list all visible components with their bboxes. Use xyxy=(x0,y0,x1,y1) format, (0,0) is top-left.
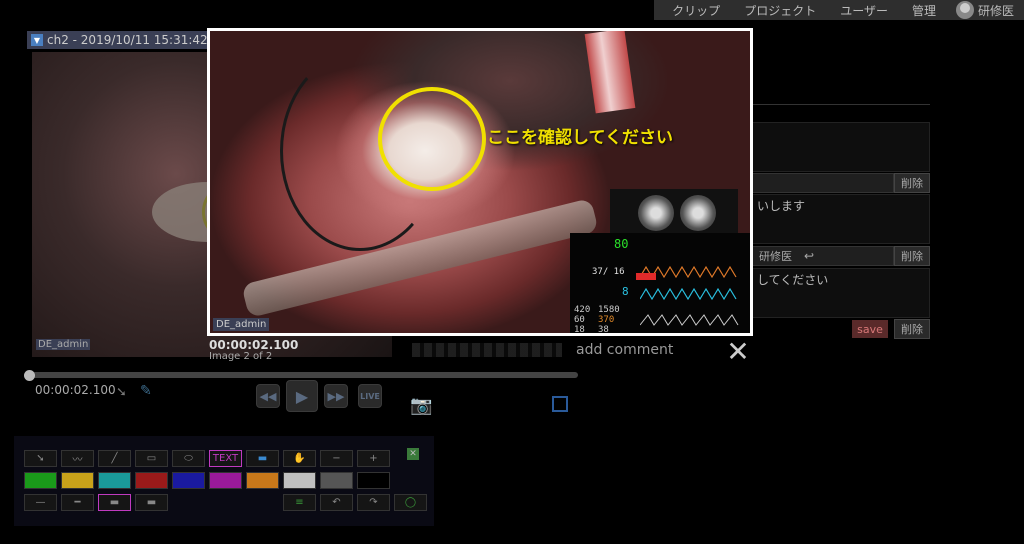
menu-lines-icon[interactable]: ≡ xyxy=(283,494,316,511)
freehand-tool-icon[interactable]: 〰 xyxy=(61,450,94,467)
delete-button[interactable]: 削除 xyxy=(894,246,930,266)
delete-button[interactable]: 削除 xyxy=(894,173,930,193)
nav-clip[interactable]: クリップ xyxy=(660,2,732,19)
comment-header xyxy=(752,173,894,193)
fullscreen-icon[interactable] xyxy=(552,396,568,412)
nav-admin[interactable]: 管理 xyxy=(900,2,948,19)
nav-project[interactable]: プロジェクト xyxy=(732,2,828,19)
line-tool-icon[interactable]: ╱ xyxy=(98,450,131,467)
monitor-pleth-wave xyxy=(640,287,737,301)
image-vessel xyxy=(584,31,636,114)
color-swatch[interactable] xyxy=(283,472,316,489)
color-swatch[interactable] xyxy=(209,472,242,489)
live-button[interactable]: LIVE xyxy=(358,384,382,408)
comment-text: いします xyxy=(752,194,930,244)
stroke-xthick-icon[interactable]: ▬ xyxy=(135,494,168,511)
current-time: 00:00:02.100 xyxy=(35,383,116,397)
pen-tool-icon[interactable]: ✎ xyxy=(140,383,152,399)
channel-selector[interactable]: ▼ ch2 - 2019/10/11 15:31:42 xyxy=(27,31,212,49)
image-counter: Image 2 of 2 xyxy=(209,351,273,362)
monitor-resp-wave xyxy=(640,314,739,326)
mri-eye-left xyxy=(638,195,674,231)
reply-icon[interactable]: ↩ xyxy=(804,249,814,263)
comment-header: 研修医 ↩ xyxy=(752,246,894,266)
forward-button[interactable]: ▶▶ xyxy=(324,384,348,408)
comment-box xyxy=(752,122,930,172)
arrow-tool-icon[interactable]: ➘ xyxy=(24,450,57,467)
plus-icon[interactable]: + xyxy=(357,450,390,467)
monitor-val: 420 xyxy=(574,305,591,315)
chevron-down-icon: ▼ xyxy=(31,34,43,46)
avatar-icon xyxy=(955,1,974,19)
monitor-bp: 37/ 16 xyxy=(592,267,625,277)
delete-button[interactable]: 削除 xyxy=(894,319,930,339)
annotation-text: ここを確認してください xyxy=(487,128,673,148)
monitor-val: 370 xyxy=(598,315,615,325)
image-modal: ここを確認してください 80 37/ 16 8 420 1580 60 370 … xyxy=(207,28,753,336)
color-swatch[interactable] xyxy=(135,472,168,489)
redo-icon[interactable]: ↷ xyxy=(357,494,390,511)
pointer-tool-icon[interactable]: ➘ xyxy=(116,385,130,400)
undo-icon[interactable]: ↶ xyxy=(320,494,353,511)
stroke-thin-icon[interactable]: — xyxy=(24,494,57,511)
channel-title: ch2 - 2019/10/11 15:31:42 xyxy=(47,33,208,47)
thumbnail-strip xyxy=(412,343,562,357)
seek-handle[interactable] xyxy=(24,370,35,381)
vital-monitor: 80 37/ 16 8 420 1580 60 370 18 38 xyxy=(570,233,750,335)
monitor-hr: 80 xyxy=(614,237,629,251)
monitor-val: 38 xyxy=(598,325,609,335)
monitor-alarm-bar xyxy=(636,273,656,280)
monitor-val: 1580 xyxy=(598,305,620,315)
camera-icon[interactable]: 📷 xyxy=(410,395,432,416)
annotation-circle xyxy=(378,87,486,191)
play-button[interactable]: ▶ xyxy=(286,380,318,412)
nav-user[interactable]: ユーザー xyxy=(828,2,900,19)
modal-badge: DE_admin xyxy=(213,318,270,331)
monitor-val: 18 xyxy=(574,325,585,335)
clear-icon[interactable]: ◯ xyxy=(394,494,427,511)
seek-bar[interactable] xyxy=(26,372,578,378)
drawing-palette: ➘ 〰 ╱ ▭ ⬭ TEXT ▬ ✋ − + — ━ ▬ ▬ ≡ ↶ ↷ ◯ xyxy=(14,436,434,526)
color-swatch[interactable] xyxy=(61,472,94,489)
hand-tool-icon[interactable]: ✋ xyxy=(283,450,316,467)
color-swatch[interactable] xyxy=(172,472,205,489)
save-button[interactable]: save xyxy=(852,320,888,338)
rectangle-tool-icon[interactable]: ▭ xyxy=(135,450,168,467)
minus-icon[interactable]: − xyxy=(320,450,353,467)
rewind-button[interactable]: ◀◀ xyxy=(256,384,280,408)
comment-text: してください xyxy=(752,268,930,318)
ellipse-tool-icon[interactable]: ⬭ xyxy=(172,450,205,467)
color-swatch[interactable] xyxy=(246,472,279,489)
color-swatch[interactable] xyxy=(357,472,390,489)
user-name: 研修医 xyxy=(977,3,1014,18)
text-tool-button[interactable]: TEXT xyxy=(209,450,242,467)
stroke-medium-icon[interactable]: ━ xyxy=(61,494,94,511)
comment-author: 研修医 xyxy=(759,250,792,263)
eraser-tool-icon[interactable]: ▬ xyxy=(246,450,279,467)
comments-divider xyxy=(752,104,930,105)
add-comment-input[interactable]: add comment xyxy=(576,342,673,358)
monitor-spo2: 8 xyxy=(622,285,629,298)
video-badge: DE_admin xyxy=(36,339,91,350)
color-swatch[interactable] xyxy=(320,472,353,489)
stroke-thick-icon[interactable]: ▬ xyxy=(98,494,131,511)
color-swatch[interactable] xyxy=(98,472,131,489)
color-swatch[interactable] xyxy=(24,472,57,489)
close-icon[interactable]: ✕ xyxy=(725,338,751,366)
top-nav: クリップ プロジェクト ユーザー 管理 研修医 xyxy=(654,0,1024,20)
modal-timestamp: 00:00:02.100 xyxy=(209,338,299,352)
user-menu[interactable]: 研修医 xyxy=(948,1,1014,19)
palette-close-icon[interactable]: ✕ xyxy=(407,448,419,460)
monitor-val: 60 xyxy=(574,315,585,325)
mri-eye-right xyxy=(680,195,716,231)
